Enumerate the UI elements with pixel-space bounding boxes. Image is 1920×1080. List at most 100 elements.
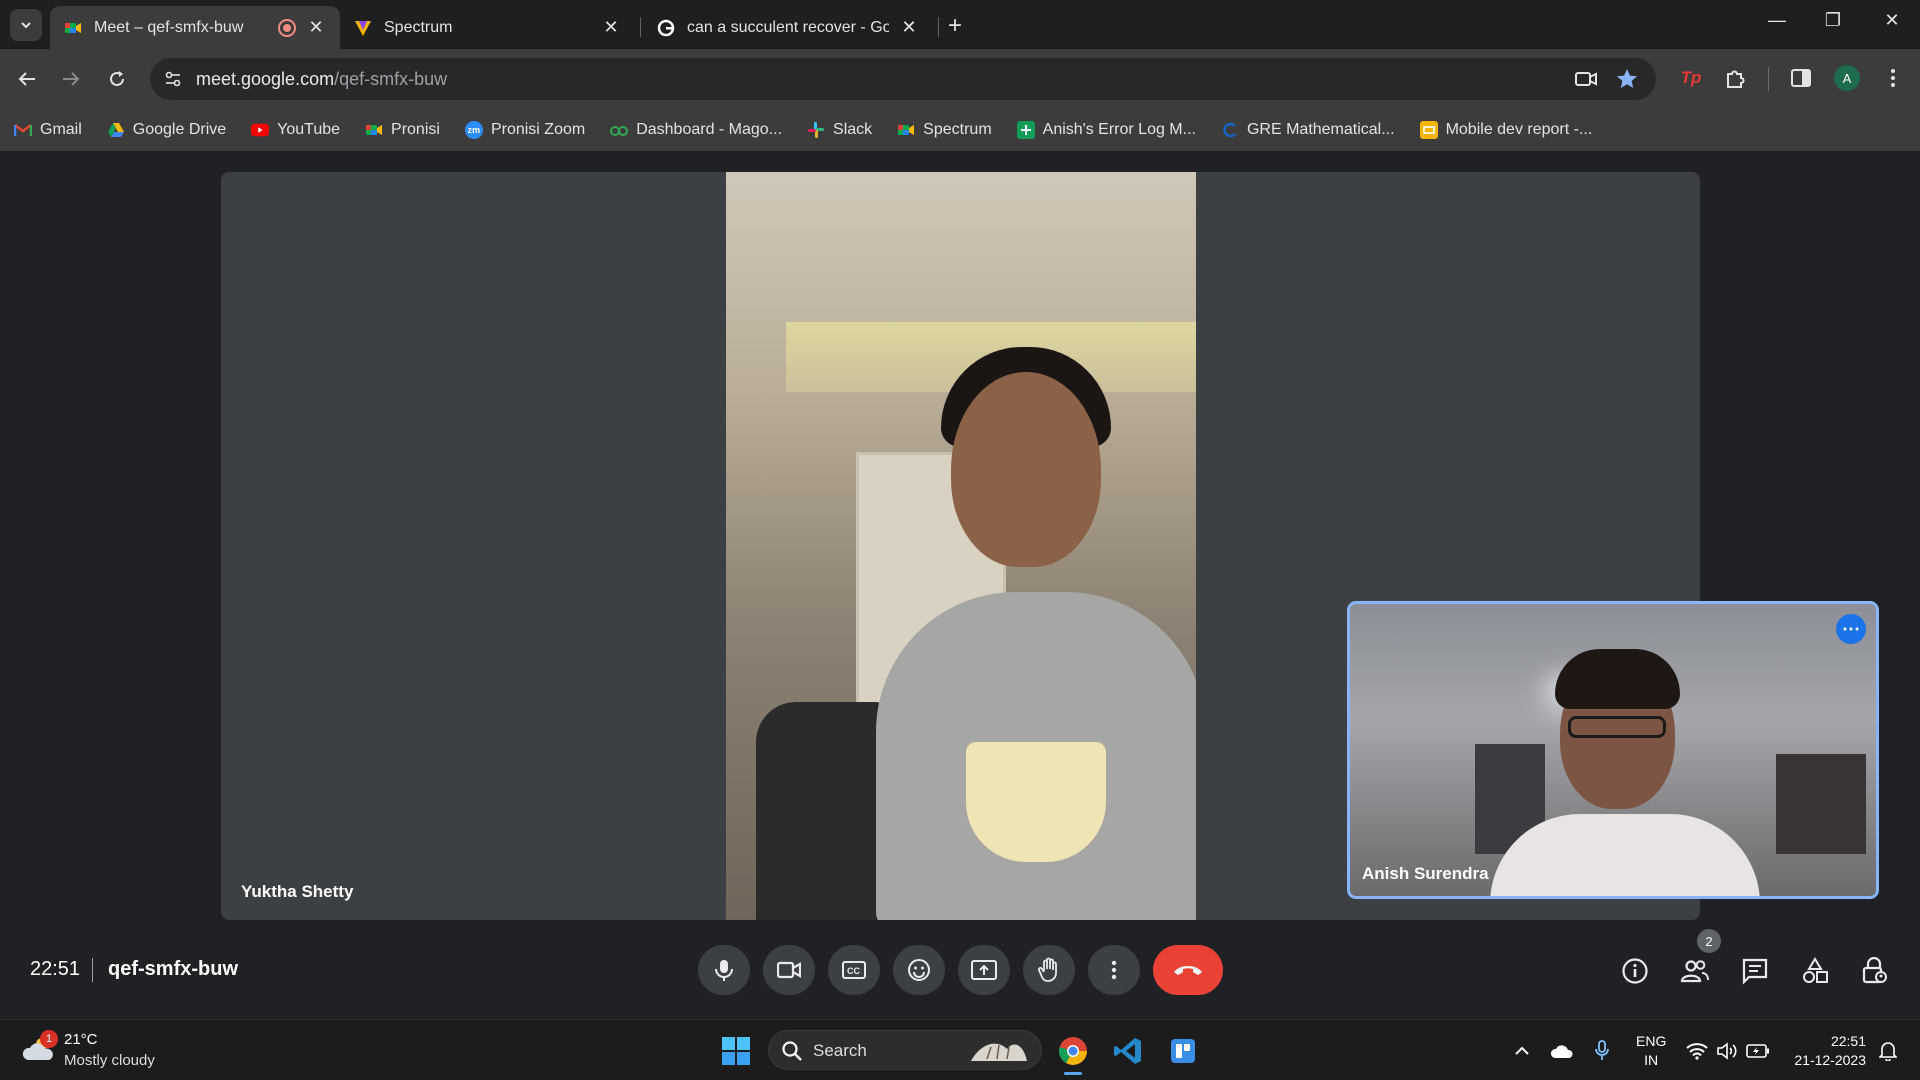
tab-meet[interactable]: Meet – qef-smfx-buw ✕: [50, 6, 340, 49]
tab-search-button[interactable]: [10, 9, 42, 41]
gre-icon: [1221, 121, 1239, 139]
gmail-icon: [14, 121, 32, 139]
activities-button[interactable]: [1797, 953, 1833, 989]
camera-in-use-icon[interactable]: [1574, 67, 1598, 91]
search-icon: [782, 1041, 802, 1061]
profile-initial: A: [1834, 65, 1860, 91]
leave-call-button[interactable]: [1153, 945, 1223, 995]
captions-icon: CC: [842, 961, 866, 979]
bookmark-pronisi[interactable]: Pronisi: [365, 121, 440, 139]
present-icon: [971, 960, 997, 980]
notification-bell-icon[interactable]: [1876, 1039, 1900, 1063]
minimize-button[interactable]: —: [1757, 10, 1797, 31]
volume-icon[interactable]: [1715, 1039, 1739, 1063]
start-button[interactable]: [716, 1031, 756, 1071]
weather-alert-badge: 1: [40, 1030, 58, 1048]
microphone-tray-icon[interactable]: [1590, 1039, 1614, 1063]
windows-logo-icon: [722, 1037, 750, 1065]
reload-button[interactable]: [102, 64, 132, 94]
dashboard-icon: [610, 121, 629, 139]
meeting-code: qef-smfx-buw: [108, 958, 238, 980]
camera-icon: [777, 961, 801, 979]
host-controls-button[interactable]: [1857, 953, 1893, 989]
tab-title: Meet – qef-smfx-buw: [94, 18, 244, 36]
bookmark-gmail[interactable]: Gmail: [14, 121, 82, 139]
profile-avatar[interactable]: A: [1832, 63, 1862, 93]
taskbar-chrome[interactable]: [1053, 1031, 1093, 1071]
self-participant-name: Anish Surendra: [1362, 864, 1489, 883]
meet-icon: [365, 121, 383, 139]
restore-button[interactable]: ❐: [1813, 10, 1853, 31]
raise-hand-button[interactable]: [1023, 945, 1075, 995]
show-hidden-icons-chevron-icon[interactable]: [1510, 1039, 1534, 1063]
present-screen-button[interactable]: [958, 945, 1010, 995]
side-panel-icon[interactable]: [1786, 63, 1816, 93]
captions-button[interactable]: CC: [828, 945, 880, 995]
close-window-button[interactable]: ✕: [1872, 10, 1912, 31]
bookmark-pronisi-zoom[interactable]: zm Pronisi Zoom: [464, 121, 585, 139]
bookmark-error-log[interactable]: Anish's Error Log M...: [1016, 121, 1196, 139]
bookmark-mobile-dev-report[interactable]: Mobile dev report -...: [1419, 121, 1592, 139]
tab-title: Spectrum: [384, 18, 453, 36]
address-bar[interactable]: meet.google.com/qef-smfx-buw: [150, 58, 1656, 100]
participant-count-badge: 2: [1697, 929, 1721, 953]
bookmark-youtube[interactable]: YouTube: [251, 121, 340, 139]
spectrum-icon: [354, 19, 372, 37]
bookmark-gre[interactable]: GRE Mathematical...: [1221, 121, 1395, 139]
video-window-right: [1776, 754, 1866, 854]
battery-icon[interactable]: [1746, 1039, 1770, 1063]
extensions-puzzle-icon[interactable]: [1721, 63, 1751, 93]
people-button[interactable]: [1677, 953, 1713, 989]
participant-name: Yuktha Shetty: [241, 882, 354, 901]
google-drive-icon: [107, 121, 125, 139]
taskbar-vscode[interactable]: [1108, 1031, 1148, 1071]
forward-button[interactable]: [56, 64, 86, 94]
wifi-icon[interactable]: [1685, 1039, 1709, 1063]
onedrive-cloud-icon[interactable]: [1550, 1039, 1574, 1063]
tp-extension-icon[interactable]: Tp: [1676, 63, 1706, 93]
bookmark-dashboard[interactable]: Dashboard - Mago...: [610, 121, 782, 139]
camera-button[interactable]: [763, 945, 815, 995]
bookmark-google-drive[interactable]: Google Drive: [107, 121, 226, 139]
video-chair: [756, 702, 886, 920]
taskbar-app-window[interactable]: [1163, 1031, 1203, 1071]
site-info-icon[interactable]: [160, 66, 186, 92]
clock-time: 22:51: [1830, 1033, 1866, 1049]
tab-divider: [938, 17, 939, 37]
taskbar-search[interactable]: Search: [768, 1030, 1042, 1070]
browser-toolbar: meet.google.com/qef-smfx-buw Tp A: [0, 49, 1920, 109]
meeting-details-button[interactable]: [1617, 953, 1653, 989]
weather-description[interactable]: Mostly cloudy: [64, 1052, 155, 1069]
vscode-icon: [1114, 1038, 1141, 1064]
language-code: ENG: [1636, 1033, 1667, 1049]
bookmark-slack[interactable]: Slack: [807, 121, 872, 139]
new-tab-button[interactable]: +: [948, 12, 962, 40]
active-app-indicator: [1064, 1072, 1082, 1075]
self-view-tile[interactable]: Anish Surendra ⋯: [1347, 601, 1879, 899]
bookmark-star-icon[interactable]: [1615, 67, 1639, 91]
back-button[interactable]: [12, 64, 42, 94]
close-tab-icon[interactable]: ✕: [306, 17, 326, 38]
tab-google-search[interactable]: can a succulent recover - Google ✕: [643, 6, 933, 49]
microphone-button[interactable]: [698, 945, 750, 995]
more-vert-icon: [1111, 960, 1117, 980]
bookmark-label: YouTube: [277, 121, 341, 138]
url-path: /qef-smfx-buw: [334, 69, 448, 89]
chat-button[interactable]: [1737, 953, 1773, 989]
more-options-icon[interactable]: ⋯: [1836, 614, 1866, 644]
close-tab-icon[interactable]: ✕: [601, 17, 621, 38]
system-clock[interactable]: 22:51 21-12-2023: [1786, 1032, 1866, 1070]
url-text[interactable]: meet.google.com/qef-smfx-buw: [196, 69, 447, 90]
bookmark-label: Pronisi: [391, 121, 440, 138]
close-tab-icon[interactable]: ✕: [899, 17, 919, 38]
bookmark-label: Spectrum: [923, 121, 992, 138]
input-language[interactable]: ENG IN: [1636, 1032, 1666, 1070]
tab-spectrum[interactable]: Spectrum ✕: [340, 6, 635, 49]
more-options-button[interactable]: [1088, 945, 1140, 995]
browser-menu-icon[interactable]: [1878, 63, 1908, 93]
recording-icon: [278, 18, 296, 37]
chat-icon: [1742, 958, 1768, 985]
weather-temperature[interactable]: 21°C: [64, 1031, 98, 1048]
bookmark-spectrum[interactable]: Spectrum: [897, 121, 992, 139]
reactions-button[interactable]: [893, 945, 945, 995]
